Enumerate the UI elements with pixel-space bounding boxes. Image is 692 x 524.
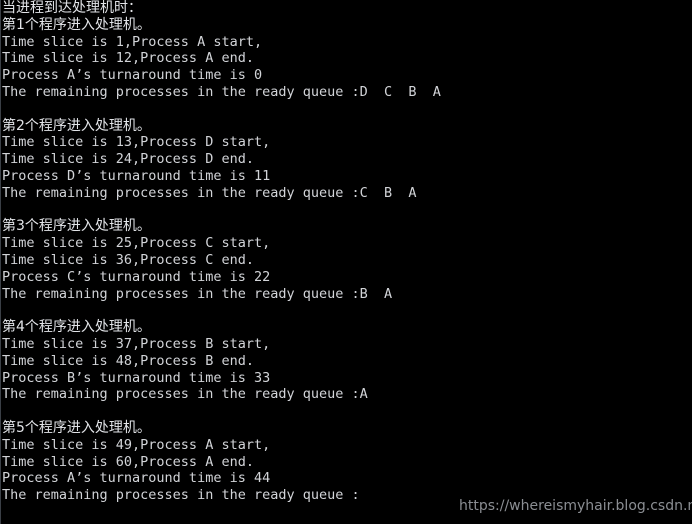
- console-line: 第5个程序进入处理机。: [2, 419, 151, 436]
- console-line: Time slice is 13,Process D start,: [2, 134, 271, 151]
- console-line: Process A’s turnaround time is 44: [2, 470, 271, 487]
- console-line: Time slice is 24,Process D end.: [2, 151, 254, 168]
- console-line: Process A’s turnaround time is 0: [2, 67, 263, 84]
- console-line: Time slice is 60,Process A end.: [2, 453, 254, 470]
- console-window[interactable]: 当进程到达处理机时： 第1个程序进入处理机。 Time slice is 1,Pro…: [0, 0, 692, 524]
- console-line: 当进程到达处理机时：: [2, 0, 142, 16]
- console-line: The remaining processes in the ready que…: [2, 386, 368, 403]
- console-line: Process D’s turnaround time is 11: [2, 167, 271, 184]
- console-line: Time slice is 36,Process C end.: [2, 251, 254, 268]
- watermark-url: https://whereismyhair.blog.csdn.net: [459, 498, 692, 514]
- console-line: Time slice is 37,Process B start,: [2, 335, 271, 352]
- console-line: Time slice is 12,Process A end.: [2, 50, 254, 67]
- console-line: Process C’s turnaround time is 22: [2, 268, 271, 285]
- console-line: The remaining processes in the ready que…: [2, 285, 393, 302]
- console-line: Time slice is 48,Process B end.: [2, 352, 254, 369]
- console-line: The remaining processes in the ready que…: [2, 184, 417, 201]
- console-line: Process B’s turnaround time is 33: [2, 369, 271, 386]
- console-output-text: 当进程到达处理机时： 第1个程序进入处理机。 Time slice is 1,Pro…: [1, 0, 692, 504]
- console-line: Time slice is 49,Process A start,: [2, 436, 271, 453]
- console-line: The remaining processes in the ready que…: [2, 83, 441, 100]
- console-line: Time slice is 1,Process A start,: [2, 33, 263, 50]
- console-line: 第3个程序进入处理机。: [2, 218, 151, 235]
- console-line: 第4个程序进入处理机。: [2, 319, 151, 336]
- console-line: 第2个程序进入处理机。: [2, 117, 151, 134]
- console-line: Time slice is 25,Process C start,: [2, 235, 271, 252]
- console-line: 第1个程序进入处理机。: [2, 16, 151, 33]
